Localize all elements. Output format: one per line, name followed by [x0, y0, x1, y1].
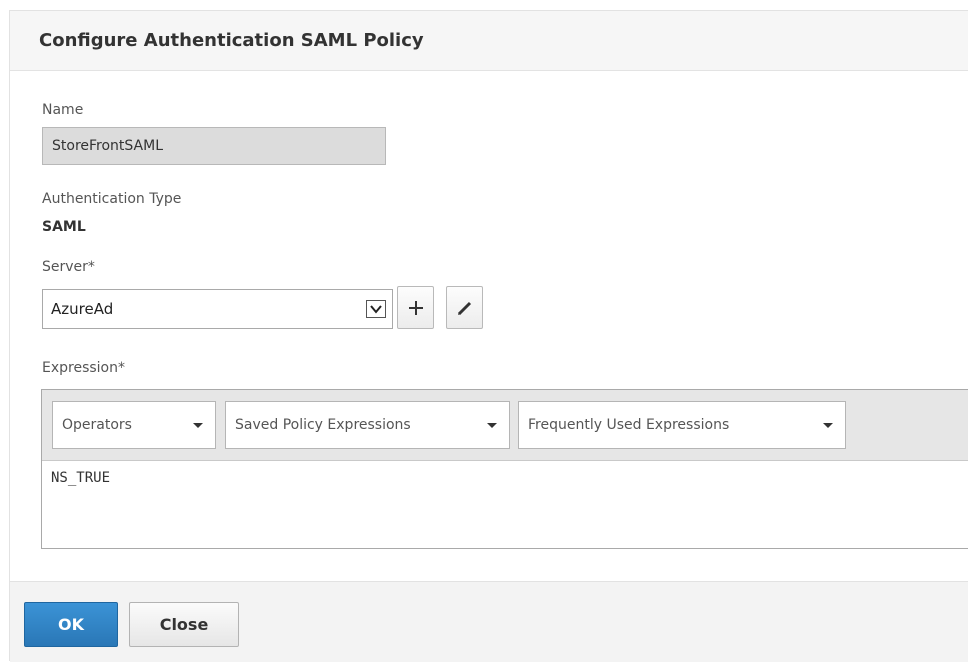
chevron-down-icon[interactable]: [366, 300, 386, 318]
authentication-type-label: Authentication Type: [42, 191, 182, 207]
expression-toolbar: Operators Saved Policy Expressions Frequ…: [42, 390, 968, 461]
operators-label: Operators: [62, 417, 132, 433]
saved-policy-expressions-dropdown[interactable]: Saved Policy Expressions: [225, 401, 510, 449]
ok-button[interactable]: OK: [24, 602, 118, 647]
expression-textarea[interactable]: NS_TRUE: [51, 470, 110, 486]
expression-editor: Operators Saved Policy Expressions Frequ…: [41, 389, 968, 549]
server-select[interactable]: AzureAd: [42, 289, 393, 329]
dialog-footer: OK Close: [10, 581, 968, 662]
dialog-body: Name StoreFrontSAML Authentication Type …: [10, 71, 968, 581]
saved-policy-expressions-label: Saved Policy Expressions: [235, 417, 411, 433]
pencil-icon: [457, 301, 472, 316]
configure-saml-policy-dialog: Configure Authentication SAML Policy Nam…: [9, 10, 968, 662]
expression-label: Expression*: [42, 360, 125, 376]
caret-down-icon: [823, 423, 833, 428]
name-label: Name: [42, 102, 84, 118]
close-button[interactable]: Close: [129, 602, 239, 647]
authentication-type-value: SAML: [42, 219, 86, 235]
plus-icon: [409, 301, 423, 315]
add-server-button[interactable]: [397, 286, 434, 329]
server-label: Server*: [42, 259, 95, 275]
server-select-value: AzureAd: [51, 300, 114, 318]
frequently-used-expressions-label: Frequently Used Expressions: [528, 417, 730, 433]
name-field[interactable]: StoreFrontSAML: [42, 127, 386, 165]
dialog-title: Configure Authentication SAML Policy: [39, 30, 424, 51]
dialog-header: Configure Authentication SAML Policy: [10, 11, 968, 71]
caret-down-icon: [487, 423, 497, 428]
edit-server-button[interactable]: [446, 286, 483, 329]
operators-dropdown[interactable]: Operators: [52, 401, 216, 449]
caret-down-icon: [193, 423, 203, 428]
frequently-used-expressions-dropdown[interactable]: Frequently Used Expressions: [518, 401, 846, 449]
